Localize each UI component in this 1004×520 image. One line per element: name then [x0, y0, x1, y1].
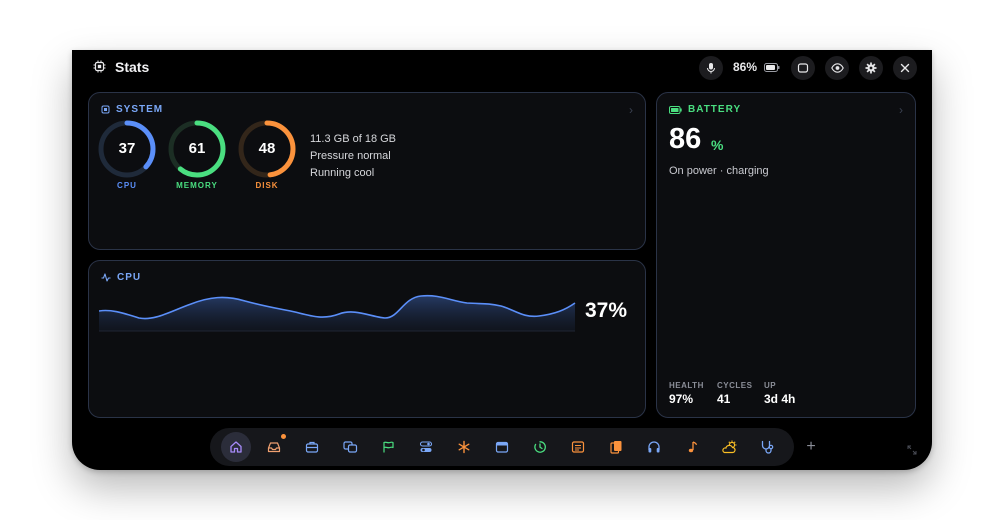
- dock: [210, 428, 794, 466]
- dock-item-notes[interactable]: [563, 432, 593, 462]
- cpu-sparkline-area: [99, 295, 575, 331]
- notes-icon: [571, 441, 585, 453]
- headphones-icon: [648, 441, 660, 453]
- chip-icon: [93, 60, 106, 73]
- chip-icon: [101, 105, 110, 114]
- stethoscope-icon: [761, 440, 774, 454]
- memory-gauge-value: 61: [188, 140, 206, 157]
- disk-gauge-label: DISK: [255, 181, 279, 190]
- music-icon: [688, 441, 698, 453]
- pressure-text: Pressure normal: [310, 150, 391, 162]
- system-card-title: SYSTEM: [116, 104, 164, 115]
- close-icon: [900, 63, 910, 73]
- cpu-card-title: CPU: [117, 272, 142, 283]
- cpu-history-sparkline: [99, 294, 576, 332]
- battery-card-title: BATTERY: [688, 104, 742, 115]
- battery-icon: [669, 105, 682, 114]
- window-mode-button[interactable]: [791, 56, 815, 80]
- dock-item-inbox[interactable]: [259, 432, 289, 462]
- pulse-icon: [101, 273, 111, 282]
- resize-icon[interactable]: [907, 445, 917, 455]
- asterisk-icon: [458, 440, 470, 454]
- battery-status: On power · charging: [669, 165, 769, 177]
- disk-gauge-value: 48: [258, 140, 276, 157]
- app-title: Stats: [115, 59, 150, 75]
- flag-icon: [383, 441, 394, 453]
- notification-badge: [281, 434, 286, 439]
- cpu-percent: 37%: [585, 299, 628, 322]
- close-button[interactable]: [893, 56, 917, 80]
- dock-item-flag[interactable]: [373, 432, 403, 462]
- dock-item-stethoscope[interactable]: [753, 432, 783, 462]
- dock-item-music[interactable]: [677, 432, 707, 462]
- battery-percent: 86%: [733, 60, 758, 74]
- uptime-value: 3d 4h: [764, 392, 796, 406]
- dock-item-briefcase[interactable]: [297, 432, 327, 462]
- square-icon: [797, 63, 809, 73]
- thermal-text: Running cool: [310, 167, 375, 179]
- dock-item-calendar[interactable]: [487, 432, 517, 462]
- dock-item-asterisk[interactable]: [449, 432, 479, 462]
- dock-item-windows[interactable]: [335, 432, 365, 462]
- battery-level-value: 86: [669, 123, 702, 155]
- dock-item-timer[interactable]: [525, 432, 555, 462]
- system-card-header: SYSTEM: [101, 104, 163, 115]
- microphone-button[interactable]: [699, 56, 723, 80]
- cycles-label: CYCLES: [717, 381, 753, 390]
- uptime-label: UP: [764, 381, 777, 390]
- microphone-icon: [707, 63, 715, 74]
- eye-icon: [830, 63, 844, 73]
- add-widget-button[interactable]: +: [803, 435, 819, 459]
- toggles-icon: [419, 441, 433, 452]
- dock-item-weather[interactable]: [715, 432, 745, 462]
- memory-gauge: 61 MEMORY: [167, 119, 227, 191]
- memory-gauge-label: MEMORY: [176, 181, 218, 190]
- gear-icon: [865, 62, 877, 74]
- battery-icon: [764, 63, 780, 72]
- cpu-gauge-label: CPU: [117, 181, 137, 190]
- chevron-right-icon[interactable]: ›: [629, 103, 633, 117]
- dock-item-headphones[interactable]: [639, 432, 669, 462]
- clipboard-icon: [610, 441, 622, 454]
- app-window: Stats 86% SYSTEM › 37 CPU 61 MEMORY 48 D…: [72, 50, 932, 470]
- system-card[interactable]: SYSTEM › 37 CPU 61 MEMORY 48 DISK 11.3 G…: [88, 92, 646, 250]
- dock-item-clipboard[interactable]: [601, 432, 631, 462]
- title-bar: Stats 86%: [72, 50, 932, 86]
- cpu-gauge: 37 CPU: [97, 119, 157, 191]
- home-icon: [230, 441, 242, 453]
- dock-item-home[interactable]: [221, 432, 251, 462]
- cpu-card[interactable]: CPU 37%: [88, 260, 646, 418]
- battery-level-unit: %: [711, 137, 724, 153]
- health-value: 97%: [669, 392, 694, 406]
- battery-card-header: BATTERY: [669, 104, 741, 115]
- settings-button[interactable]: [859, 56, 883, 80]
- cpu-gauge-value: 37: [118, 140, 136, 157]
- timer-icon: [534, 441, 546, 453]
- memory-usage-text: 11.3 GB of 18 GB: [310, 133, 397, 145]
- inbox-icon: [267, 442, 281, 453]
- disk-gauge: 48 DISK: [237, 119, 297, 191]
- battery-card[interactable]: BATTERY › 86 % On power · charging HEALT…: [656, 92, 916, 418]
- windows-icon: [342, 441, 357, 453]
- health-label: HEALTH: [669, 381, 704, 390]
- calendar-icon: [495, 441, 509, 453]
- chevron-right-icon[interactable]: ›: [899, 103, 903, 117]
- weather-icon: [722, 440, 737, 454]
- visibility-button[interactable]: [825, 56, 849, 80]
- cycles-value: 41: [717, 392, 731, 406]
- cpu-card-header: CPU: [101, 272, 141, 283]
- briefcase-icon: [305, 441, 319, 453]
- dock-item-toggles[interactable]: [411, 432, 441, 462]
